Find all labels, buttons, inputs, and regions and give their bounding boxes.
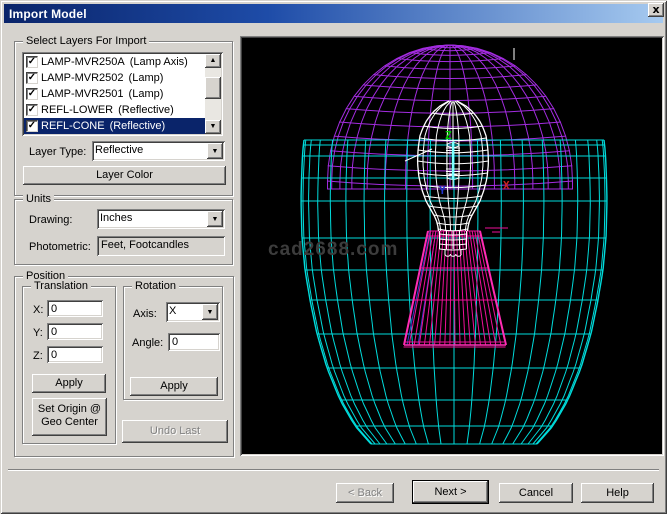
rotation-apply-label: Apply xyxy=(130,377,218,396)
layer-type-label: Layer Type: xyxy=(29,146,86,158)
chevron-down-icon: ▼ xyxy=(212,148,219,155)
angle-input[interactable] xyxy=(168,333,220,351)
set-origin-button[interactable]: Set Origin @ Geo Center xyxy=(32,398,107,436)
angle-label: Angle: xyxy=(132,337,163,349)
model-viewport[interactable]: cad2688.com Z X Y xyxy=(240,36,664,456)
drawing-units-value: Inches xyxy=(100,212,132,224)
layer-name: REFL-LOWER xyxy=(41,104,113,116)
layers-group-label: Select Layers For Import xyxy=(23,35,149,47)
layer-type: (Lamp) xyxy=(129,72,164,84)
watermark: cad2688.com xyxy=(268,239,398,261)
x-input[interactable] xyxy=(47,300,103,317)
viewport-canvas: cad2688.com Z X Y xyxy=(242,38,662,454)
layer-type: (Lamp Axis) xyxy=(130,56,188,68)
layer-color-button[interactable]: Layer Color xyxy=(23,166,226,185)
layer-list-item[interactable]: ✓LAMP-MVR2502 (Lamp) xyxy=(24,70,205,86)
layer-list[interactable]: ✓LAMP-MVR250A(Lamp Axis)✓LAMP-MVR2502(La… xyxy=(22,52,223,136)
translation-apply-label: Apply xyxy=(32,374,106,393)
drawing-label: Drawing: xyxy=(29,214,72,226)
layer-checkbox[interactable]: ✓ xyxy=(26,56,38,68)
next-label: Next > xyxy=(413,481,488,503)
layer-type-value: Reflective xyxy=(95,144,143,156)
layer-checkbox[interactable]: ✓ xyxy=(26,104,38,116)
window-title: Import Model xyxy=(4,7,87,21)
layer-name: REFL-CONE xyxy=(41,120,105,132)
layer-type: (Lamp) xyxy=(129,88,164,100)
axis-value: X xyxy=(169,305,176,317)
layer-name: LAMP-MVR250A xyxy=(41,56,125,68)
layer-list-item[interactable]: ✓LAMP-MVR250A (Lamp Axis) xyxy=(24,54,205,70)
layer-type-dropdown-button[interactable]: ▼ xyxy=(207,143,223,159)
svg-text:X: X xyxy=(503,179,510,192)
layer-list-scrollbar[interactable]: ▲ ▼ xyxy=(205,54,221,134)
help-button[interactable]: Help xyxy=(581,483,654,503)
back-label: < Back xyxy=(336,483,394,503)
layer-name: LAMP-MVR2502 xyxy=(41,72,124,84)
back-button: < Back xyxy=(336,483,394,503)
svg-text:Y: Y xyxy=(439,184,446,197)
next-button[interactable]: Next > xyxy=(413,481,488,503)
layer-name: LAMP-MVR2501 xyxy=(41,88,124,100)
cancel-button[interactable]: Cancel xyxy=(499,483,573,503)
layer-list-item[interactable]: ✓REFL-CONE (Reflective) xyxy=(24,118,205,134)
axis-label: Axis: xyxy=(133,308,157,320)
import-model-dialog: Import Model x Select Layers For Import … xyxy=(0,0,667,514)
footer-divider xyxy=(8,469,659,471)
drawing-units-dropdown-button[interactable]: ▼ xyxy=(207,211,223,227)
set-origin-label: Set Origin @ Geo Center xyxy=(37,403,103,429)
undo-last-label: Undo Last xyxy=(122,420,228,443)
axis-combo[interactable]: X ▼ xyxy=(166,302,220,322)
cancel-label: Cancel xyxy=(499,483,573,503)
translation-apply-button[interactable]: Apply xyxy=(32,374,106,393)
z-label: Z: xyxy=(33,350,43,362)
title-bar: Import Model xyxy=(4,4,663,23)
layer-type: (Reflective) xyxy=(118,104,174,116)
z-input[interactable] xyxy=(47,346,103,363)
photometric-label: Photometric: xyxy=(29,241,91,253)
chevron-down-icon: ▼ xyxy=(207,309,214,316)
axis-dropdown-button[interactable]: ▼ xyxy=(202,304,218,320)
layer-type: (Reflective) xyxy=(110,120,166,132)
photometric-value: Feet, Footcandles xyxy=(101,239,189,251)
scrollbar-thumb[interactable] xyxy=(205,77,221,99)
undo-last-button: Undo Last xyxy=(122,420,228,443)
layer-checkbox[interactable]: ✓ xyxy=(26,88,38,100)
scroll-down-icon: ▼ xyxy=(210,123,217,130)
rotation-group-label: Rotation xyxy=(132,280,179,292)
close-icon[interactable]: x xyxy=(648,3,664,17)
layer-list-item[interactable]: ✓REFL-LOWER (Reflective) xyxy=(24,102,205,118)
y-label: Y: xyxy=(33,327,43,339)
photometric-field: Feet, Footcandles xyxy=(97,236,225,256)
layer-color-label: Layer Color xyxy=(23,166,226,185)
svg-text:Z: Z xyxy=(445,129,452,142)
scroll-up-icon: ▲ xyxy=(210,57,217,64)
chevron-down-icon: ▼ xyxy=(212,216,219,223)
translation-group-label: Translation xyxy=(31,280,91,292)
rotation-apply-button[interactable]: Apply xyxy=(130,377,218,396)
units-group-label: Units xyxy=(23,193,54,205)
layer-list-rows: ✓LAMP-MVR250A(Lamp Axis)✓LAMP-MVR2502(La… xyxy=(24,54,205,134)
layer-checkbox[interactable]: ✓ xyxy=(26,72,38,84)
layer-checkbox[interactable]: ✓ xyxy=(26,120,38,132)
layer-type-combo[interactable]: Reflective ▼ xyxy=(92,141,225,161)
scroll-down-button[interactable]: ▼ xyxy=(205,120,221,134)
next-button-ring: Next > xyxy=(412,480,489,504)
y-input[interactable] xyxy=(47,323,103,340)
layer-list-item[interactable]: ✓LAMP-MVR2501 (Lamp) xyxy=(24,86,205,102)
scroll-up-button[interactable]: ▲ xyxy=(205,54,221,68)
x-label: X: xyxy=(33,304,43,316)
help-label: Help xyxy=(581,483,654,503)
drawing-units-combo[interactable]: Inches ▼ xyxy=(97,209,225,229)
